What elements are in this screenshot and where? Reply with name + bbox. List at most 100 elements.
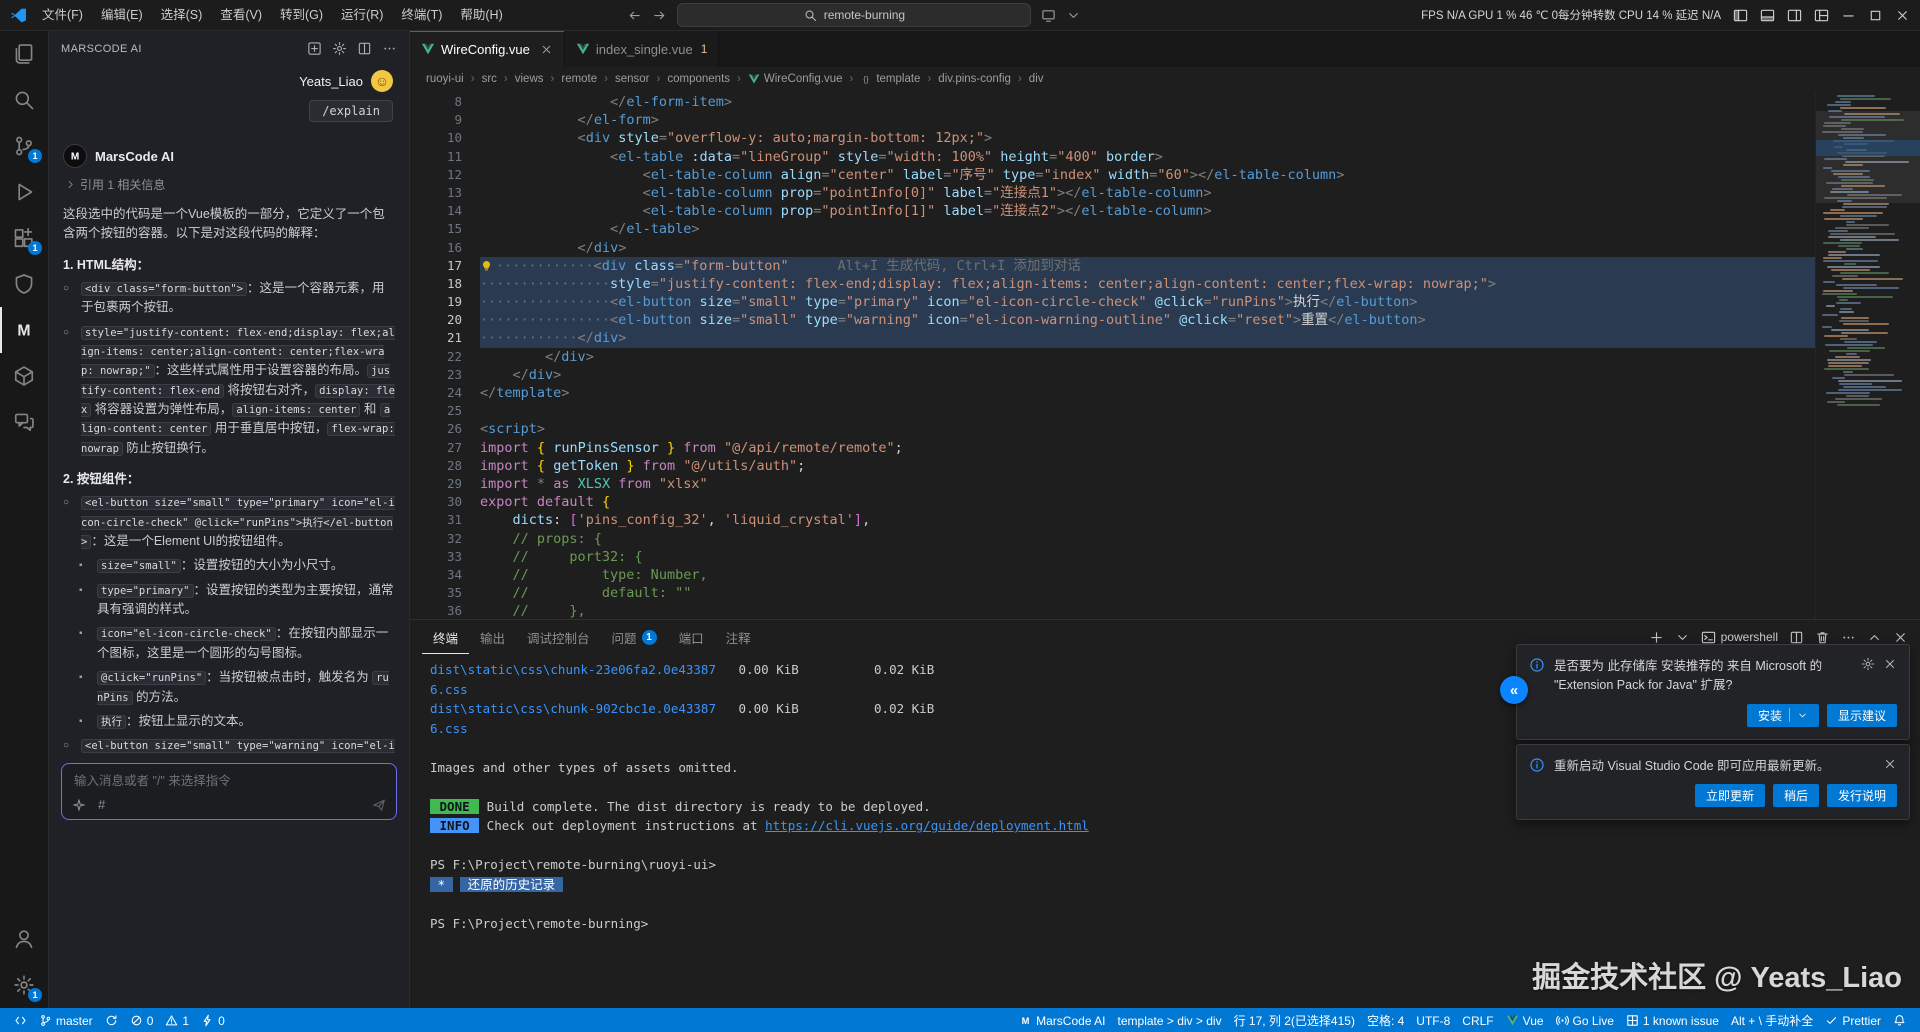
code-line[interactable]: 21············</div> — [410, 329, 1815, 347]
code-line[interactable]: 27import { runPinsSensor } from "@/api/r… — [410, 439, 1815, 457]
menu-item[interactable]: 编辑(E) — [92, 0, 152, 30]
go-live[interactable]: Go Live — [1550, 1008, 1620, 1032]
activity-run-and-debug[interactable] — [0, 169, 48, 215]
code-area[interactable]: 8 </el-form-item>9 </el-form>10 <div sty… — [410, 91, 1815, 619]
activity-extensions[interactable]: 1 — [0, 215, 48, 261]
稍后-button[interactable]: 稍后 — [1773, 784, 1819, 807]
breadcrumb-item[interactable]: src — [482, 73, 497, 85]
breadcrumb-item[interactable]: views — [515, 73, 544, 85]
settings-icon[interactable] — [332, 41, 347, 56]
立即更新-button[interactable]: 立即更新 — [1695, 784, 1765, 807]
nav-back-icon[interactable] — [627, 8, 642, 23]
breadcrumb-item[interactable]: {}template — [860, 73, 920, 85]
activity-explorer[interactable] — [0, 31, 48, 77]
activity-marscode-ai[interactable]: M — [0, 307, 48, 353]
language-mode[interactable]: Vue — [1500, 1008, 1550, 1032]
marscode-float-button[interactable]: « — [1500, 676, 1528, 704]
git-branch[interactable]: master — [33, 1008, 99, 1032]
code-line[interactable]: 11 <el-table :data="lineGroup" style="wi… — [410, 148, 1815, 166]
menu-item[interactable]: 选择(S) — [152, 0, 212, 30]
notifications-bell[interactable] — [1887, 1008, 1912, 1032]
code-line[interactable]: 8 </el-form-item> — [410, 93, 1815, 111]
close-icon[interactable] — [1883, 757, 1897, 776]
panel-tab-调试控制台[interactable]: 调试控制台 — [516, 620, 601, 654]
code-line[interactable]: 17············<div class="form-button" A… — [410, 257, 1815, 275]
activity-search[interactable] — [0, 77, 48, 123]
extension-counter[interactable]: 0 — [195, 1008, 231, 1032]
toggle-secondary-sidebar-icon[interactable] — [1787, 8, 1802, 23]
indentation[interactable]: 空格: 4 — [1361, 1008, 1410, 1032]
code-line[interactable]: 30export default { — [410, 493, 1815, 511]
activity-manage[interactable]: 1 — [0, 962, 48, 1008]
terminal-dropdown-icon[interactable] — [1675, 630, 1690, 645]
activity-accounts[interactable] — [0, 916, 48, 962]
sync-changes[interactable] — [99, 1008, 124, 1032]
breadcrumb-item[interactable]: div.pins-config — [938, 73, 1011, 85]
chat-input-box[interactable]: # — [61, 763, 397, 820]
toggle-panel-icon[interactable] — [1760, 8, 1775, 23]
breadcrumb-item[interactable]: WireConfig.vue — [748, 73, 843, 85]
breadcrumb-item[interactable]: sensor — [615, 73, 650, 85]
code-line[interactable]: 23 </div> — [410, 366, 1815, 384]
nav-forward-icon[interactable] — [652, 8, 667, 23]
menu-item[interactable]: 文件(F) — [33, 0, 92, 30]
activity-security[interactable] — [0, 261, 48, 307]
code-line[interactable]: 13 <el-table-column prop="pointInfo[0]" … — [410, 184, 1815, 202]
code-line[interactable]: 26<script> — [410, 420, 1815, 438]
split-terminal-icon[interactable] — [1789, 630, 1804, 645]
panel-tab-注释[interactable]: 注释 — [715, 620, 762, 654]
code-line[interactable]: 31 dicts: ['pins_config_32', 'liquid_cry… — [410, 511, 1815, 529]
maximize-panel-icon[interactable] — [1867, 630, 1882, 645]
new-chat-icon[interactable] — [307, 41, 322, 56]
eol[interactable]: CRLF — [1456, 1008, 1499, 1032]
new-terminal-icon[interactable] — [1649, 630, 1664, 645]
remote-indicator[interactable] — [8, 1008, 33, 1032]
breadcrumb-item[interactable]: ruoyi-ui — [426, 73, 464, 85]
explain-command-chip[interactable]: /explain — [309, 100, 393, 122]
close-icon[interactable] — [1883, 657, 1897, 696]
customize-layout-icon[interactable] — [1814, 8, 1829, 23]
menu-item[interactable]: 转到(G) — [271, 0, 332, 30]
kill-terminal-icon[interactable] — [1815, 630, 1830, 645]
close-panel-icon[interactable] — [1893, 630, 1908, 645]
panel-tab-端口[interactable]: 端口 — [668, 620, 715, 654]
notification-settings-icon[interactable] — [1861, 657, 1875, 696]
minimap[interactable] — [1815, 91, 1920, 619]
code-line[interactable]: 18················style="justify-content… — [410, 275, 1815, 293]
marscode-status[interactable]: MMarsCode AI — [1013, 1008, 1111, 1032]
code-line[interactable]: 16 </div> — [410, 239, 1815, 257]
reference-row[interactable]: 引用 1 相关信息 — [49, 172, 409, 201]
more-actions-icon[interactable] — [382, 41, 397, 56]
editor-tab[interactable]: index_single.vue1 — [565, 31, 720, 67]
menu-item[interactable]: 帮助(H) — [451, 0, 511, 30]
open-in-editor-icon[interactable] — [357, 41, 372, 56]
breadcrumb-item[interactable]: components — [667, 73, 730, 85]
search-box[interactable]: remote-burning — [677, 3, 1031, 27]
code-line[interactable]: 33 // port32: { — [410, 548, 1815, 566]
breadcrumb-item[interactable]: remote — [561, 73, 597, 85]
manual-completion[interactable]: Alt + \ 手动补全 — [1725, 1008, 1819, 1032]
panel-tab-输出[interactable]: 输出 — [469, 620, 516, 654]
activity-source-control[interactable]: 1 — [0, 123, 48, 169]
send-icon[interactable] — [372, 798, 386, 812]
remote-window-icon[interactable] — [1041, 8, 1056, 23]
terminal-link[interactable]: dist\static\css\chunk-23e06fa2.0e43387 — [430, 662, 716, 677]
terminal-link[interactable]: 6.css — [430, 721, 468, 736]
toggle-sidebar-icon[interactable] — [1733, 8, 1748, 23]
window-close-icon[interactable] — [1895, 8, 1910, 23]
known-issues[interactable]: 1 known issue — [1620, 1008, 1725, 1032]
menu-item[interactable]: 终端(T) — [392, 0, 451, 30]
chevron-down-icon[interactable] — [1066, 8, 1081, 23]
code-line[interactable]: 34 // type: Number, — [410, 566, 1815, 584]
cursor-position[interactable]: 行 17, 列 2(已选择415) — [1228, 1008, 1361, 1032]
slash-command-icon[interactable] — [72, 798, 86, 812]
errors-count[interactable]: 0 — [124, 1008, 160, 1032]
panel-more-icon[interactable] — [1841, 630, 1856, 645]
shell-chip[interactable]: powershell — [1701, 630, 1778, 645]
activity-containers[interactable] — [0, 353, 48, 399]
terminal-link[interactable]: dist\static\css\chunk-902cbc1e.0e43387 — [430, 701, 716, 716]
terminal-link[interactable]: https://cli.vuejs.org/guide/deployment.h… — [765, 818, 1089, 833]
code-line[interactable]: 22 </div> — [410, 348, 1815, 366]
code-line[interactable]: 20················<el-button size="small… — [410, 311, 1815, 329]
code-line[interactable]: 25 — [410, 402, 1815, 420]
